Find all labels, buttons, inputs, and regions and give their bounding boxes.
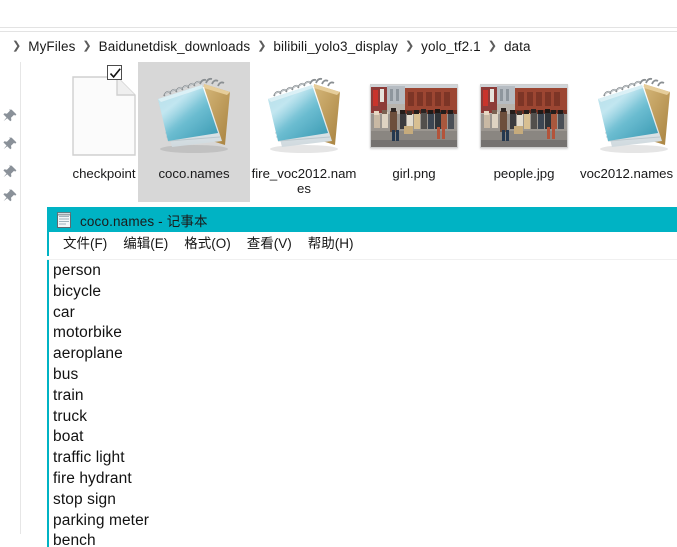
pin-icon[interactable] [2,136,18,152]
selection-checkbox[interactable] [107,65,122,80]
file-icon[interactable] [366,68,462,164]
notepad-file-icon [158,77,230,153]
file-icon[interactable] [107,65,242,164]
file-label: people.jpg [493,166,555,181]
menu-item[interactable]: 文件(F) [55,234,115,254]
breadcrumb[interactable]: ❯ MyFiles ❯ Baidunetdisk_downloads ❯ bilibili… [0,32,677,60]
text-line: truck [53,407,88,425]
notepad-window[interactable]: coco.names - 记事本 文件(F) 编辑(E) 格式(O) 查看(V) 帮助(… [47,207,677,547]
notepad-text-area[interactable]: person bicycle car motorbike aeroplane bus tra… [47,260,677,547]
breadcrumb-segment[interactable]: data [504,39,531,54]
quick-access-rail [0,60,20,260]
file-label: girl.png [392,166,436,181]
notepad-menubar[interactable]: 文件(F) 编辑(E) 格式(O) 查看(V) 帮助(H) [47,232,677,256]
text-line: fire hydrant [53,469,132,487]
file-label: fire_voc2012.names [251,166,357,196]
text-line: car [53,303,75,321]
street-scene-photo [371,85,457,147]
file-grid: checkpoint coco.names fire_voc2012.names gi… [24,62,677,202]
file-label: coco.names [158,166,230,181]
notepad-titlebar[interactable]: coco.names - 记事本 [47,207,677,232]
text-line: traffic light [53,449,125,467]
menu-item[interactable]: 帮助(H) [300,234,362,254]
notepad-file-icon [598,77,670,153]
file-icon[interactable] [256,68,352,164]
file-item[interactable]: voc2012.names [578,62,677,202]
blank-document-icon [72,76,136,156]
chevron-right-icon[interactable]: ❯ [250,40,273,52]
text-line: boat [53,428,84,446]
chevron-right-icon[interactable]: ❯ [5,40,28,52]
breadcrumb-segment[interactable]: Baidunetdisk_downloads [99,39,251,54]
text-line: bicycle [53,282,102,300]
rail-divider [20,62,21,534]
breadcrumb-segment[interactable]: yolo_tf2.1 [421,39,481,54]
file-icon[interactable] [476,68,572,164]
file-label: voc2012.names [580,166,674,181]
menu-item[interactable]: 编辑(E) [115,234,176,254]
chevron-right-icon[interactable]: ❯ [75,40,98,52]
menu-item[interactable]: 查看(V) [239,234,300,254]
text-line: parking meter [53,511,150,529]
breadcrumb-segment[interactable]: bilibili_yolo3_display [273,39,398,54]
image-thumbnail [370,84,458,148]
street-scene-photo [481,85,567,147]
file-item[interactable]: fire_voc2012.names [248,62,360,202]
breadcrumb-segment[interactable]: MyFiles [28,39,75,54]
toolbar-blank-area [0,0,677,27]
text-line: motorbike [53,324,122,342]
notepad-file-icon [268,77,340,153]
text-line: stop sign [53,490,116,508]
file-item[interactable]: people.jpg [468,62,580,202]
pin-icon[interactable] [2,108,18,124]
file-item[interactable]: girl.png [358,62,470,202]
image-thumbnail [480,84,568,148]
text-line: person [53,262,101,279]
text-line: aeroplane [53,345,123,363]
file-item[interactable]: coco.names [107,62,250,202]
menu-item[interactable]: 格式(O) [176,234,239,254]
checkmark-icon [109,68,121,79]
chevron-right-icon[interactable]: ❯ [398,40,421,52]
text-line: train [53,386,84,404]
pin-icon[interactable] [2,164,18,180]
chevron-right-icon[interactable]: ❯ [481,40,504,52]
notepad-title: coco.names - 记事本 [80,213,208,229]
text-line: bench [53,532,96,547]
pin-icon[interactable] [2,188,18,204]
notepad-icon [57,211,71,228]
divider-line-top [0,27,677,28]
screen: ❯ MyFiles ❯ Baidunetdisk_downloads ❯ bilibili… [0,0,677,547]
text-line: bus [53,365,79,383]
file-icon[interactable] [586,68,677,164]
